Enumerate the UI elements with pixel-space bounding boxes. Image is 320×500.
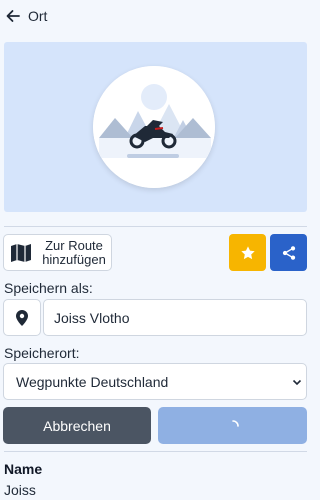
name-heading: Name [4,461,43,477]
location-hero-image [4,42,307,212]
page-title: Ort [28,8,48,24]
save-as-label: Speichern als: [4,280,93,296]
share-button[interactable] [270,234,307,271]
app-header: Ort [0,0,316,34]
storage-location-value: Wegpunkte Deutschland [16,374,169,390]
map-icon [11,244,31,262]
storage-location-select[interactable]: Wegpunkte Deutschland [3,363,307,400]
favorite-button[interactable] [229,234,266,271]
motorcycle-illustration [93,66,215,188]
arrow-left-icon [6,10,20,22]
storage-location-label: Speicherort: [4,345,80,361]
chevron-down-icon [292,379,302,386]
section-divider [4,451,307,452]
add-to-route-button[interactable]: Zur Route hinzufügen [3,234,112,271]
cancel-button[interactable]: Abbrechen [3,407,151,444]
save-button[interactable] [158,407,307,444]
section-divider [4,226,307,227]
save-name-input[interactable] [43,299,307,336]
back-button[interactable] [4,7,22,25]
add-to-route-label: Zur Route hinzufügen [42,238,106,267]
share-icon [282,245,295,260]
map-pin-icon [16,309,28,326]
star-icon [240,245,255,259]
loading-spinner-icon [231,419,239,427]
name-value: Joiss [4,482,36,498]
location-pin-box [3,299,41,336]
